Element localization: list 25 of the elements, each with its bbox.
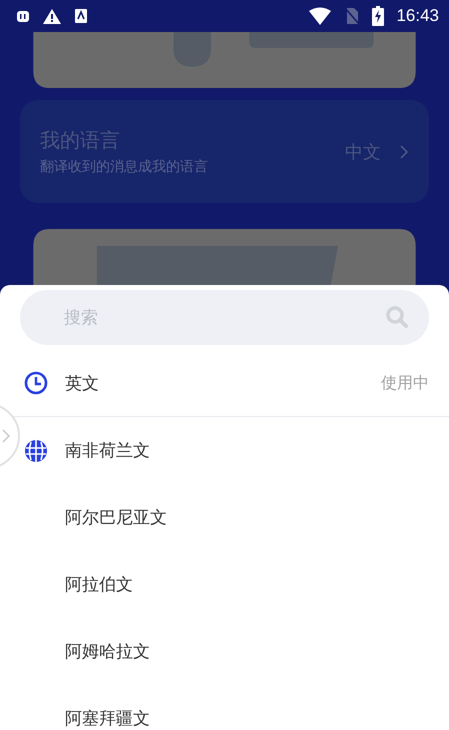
- language-item[interactable]: 阿姆哈拉文: [0, 618, 449, 685]
- card-subtitle: 翻译收到的消息成我的语言: [40, 158, 209, 176]
- font-icon: [74, 8, 88, 24]
- clock-icon: [24, 371, 48, 395]
- language-name: 阿尔巴尼亚文: [65, 507, 168, 529]
- hd-icon: [16, 10, 30, 22]
- language-item[interactable]: 阿塞拜疆文: [0, 685, 449, 730]
- language-item[interactable]: 阿拉伯文: [0, 551, 449, 618]
- language-name: 阿拉伯文: [65, 574, 134, 596]
- language-name: 南非荷兰文: [65, 440, 151, 462]
- clock-time: 16:43: [396, 6, 439, 26]
- language-name: 阿姆哈拉文: [65, 641, 151, 663]
- warning-icon: [42, 8, 62, 24]
- language-name: 阿塞拜疆文: [65, 708, 151, 730]
- no-sim-icon: [344, 7, 360, 25]
- in-use-label: 使用中: [381, 372, 429, 394]
- search-icon: [385, 305, 409, 329]
- language-item[interactable]: 南非荷兰文: [0, 417, 449, 484]
- language-item[interactable]: 阿尔巴尼亚文: [0, 484, 449, 551]
- language-name: 英文: [65, 372, 100, 394]
- wifi-icon: [308, 7, 332, 25]
- chevron-right-icon: [399, 144, 409, 160]
- globe-icon: [24, 438, 48, 462]
- chevron-right-icon: [2, 429, 10, 443]
- battery-charging-icon: [372, 6, 384, 26]
